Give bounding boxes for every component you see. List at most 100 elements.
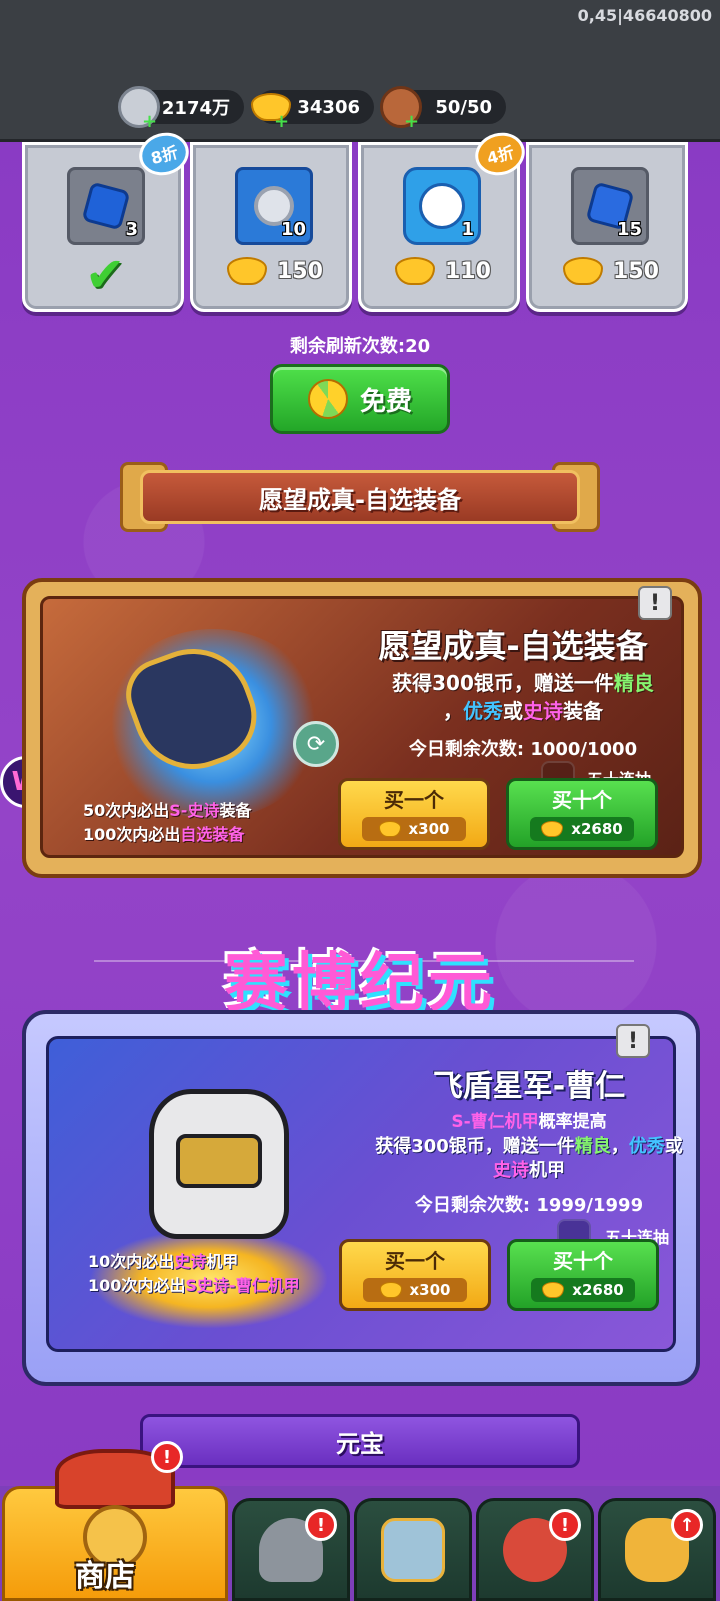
nav-tab-upgrade[interactable]: ↑ <box>598 1498 716 1601</box>
cost-value: x2680 <box>571 820 623 838</box>
buy-ten-label: 买十个 <box>552 788 612 812</box>
rarity-good: 精良 <box>613 671 654 695</box>
add-stamina-icon[interactable]: + <box>404 111 419 132</box>
item-slot: 1 <box>403 167 481 245</box>
gold-ingot-icon <box>541 821 564 837</box>
free-label: 免费 <box>359 386 412 417</box>
mecha-gacha-panel: 飞盾星军-曹仁 S-曹仁机甲概率提高 获得300银币，赠送一件精良，优秀或 史诗… <box>22 1010 700 1386</box>
buy-ten-cost: x2680 <box>530 817 634 841</box>
gold-ingot-icon <box>563 257 603 285</box>
stamina-value: 50/50 <box>435 96 492 118</box>
section-banner-wish: 愿望成真-自选装备 <box>120 462 600 532</box>
mecha-helmet-art <box>149 1089 289 1239</box>
guarantee-text: 装备 <box>219 801 252 820</box>
mecha-description: 获得300银币，赠送一件精良，优秀或 史诗机甲 <box>369 1135 689 1183</box>
item-slot: 15 <box>571 167 649 245</box>
desc-text: ， <box>610 1136 629 1157</box>
add-silver-icon[interactable]: + <box>142 111 157 132</box>
rarity-excellent: 优秀 <box>628 1136 665 1157</box>
item-price: 150 <box>563 257 659 285</box>
desc-text: 获得300银币，赠送一件 <box>392 671 614 695</box>
shop-item-3[interactable]: 1 4折 110 <box>358 127 530 312</box>
mecha-visor <box>176 1134 262 1188</box>
sword-shield-icon <box>381 1517 445 1582</box>
wish-remaining: 今日剩余次数: 1000/1000 <box>408 739 638 760</box>
buy-ten-label: 买十个 <box>553 1249 613 1273</box>
section-banner-yuanbao: 元宝 <box>140 1414 580 1468</box>
mecha-buy-ten-button[interactable]: 买十个 x2680 <box>507 1239 659 1311</box>
rarity-excellent: 优秀 <box>463 699 503 723</box>
guarantee-text: 100次内必出 <box>88 1276 186 1295</box>
mecha-panel-inner: 飞盾星军-曹仁 S-曹仁机甲概率提高 获得300银币，赠送一件精良，优秀或 史诗… <box>46 1036 683 1352</box>
bottom-nav: 商店 ! ! ! ↑ <box>0 1441 720 1601</box>
rarity-epic: 史诗 <box>523 699 563 723</box>
mecha-subtitle: S-曹仁机甲概率提高 <box>379 1107 679 1132</box>
banner-title: 愿望成真-自选装备 <box>140 470 580 524</box>
mecha-buy-one-button[interactable]: 买一个 x300 <box>339 1239 491 1311</box>
desc-text: ， <box>443 699 463 723</box>
mecha-title: 飞盾星军-曹仁 <box>432 1069 626 1104</box>
change-equipment-icon[interactable]: ⟳ <box>293 721 339 767</box>
silver-value: 2174万 <box>161 98 230 119</box>
gold-ingot-icon <box>379 1282 402 1298</box>
guarantee-epic: 史诗 <box>174 1252 207 1271</box>
shop-item-4[interactable]: 15 150 <box>526 142 688 312</box>
resource-silver[interactable]: + 2174万 <box>118 86 244 132</box>
refresh-remaining: 剩余刷新次数:20 <box>289 336 431 357</box>
item-slot: 3 <box>67 167 145 245</box>
wish-buy-one-button[interactable]: 买一个 x300 <box>338 778 490 850</box>
nav-tab-pets[interactable]: ! <box>476 1498 594 1601</box>
info-icon[interactable]: ! <box>638 586 672 620</box>
nav-tab-battle[interactable] <box>354 1498 472 1601</box>
mecha-guarantee: 10次内必出史诗机甲 100次内必出S史诗-曹仁机甲 <box>88 1250 300 1298</box>
item-count: 3 <box>125 219 138 240</box>
wish-guarantee: 50次内必出S-史诗装备 100次内必出自选装备 <box>83 799 251 847</box>
gold-ingot-icon <box>395 257 435 285</box>
desc-text: 装备 <box>563 699 603 723</box>
buy-one-cost: x300 <box>362 817 466 841</box>
price-value: 150 <box>613 258 659 284</box>
desc-text: 或 <box>503 699 523 723</box>
gold-ingot-icon <box>227 257 267 285</box>
desc-text: 获得300银币，赠送一件 <box>375 1136 575 1157</box>
rate-up-text: 概率提高 <box>538 1112 607 1132</box>
rarity-epic: 史诗 <box>493 1160 529 1181</box>
guarantee-text: 50次内必出 <box>83 801 170 820</box>
wish-title: 愿望成真-自选装备 <box>378 627 648 665</box>
wish-gacha-panel: ⟳ 愿望成真-自选装备 获得300银币，赠送一件精良 ，优秀或史诗装备 今日剩余… <box>22 578 702 878</box>
guarantee-text: 100次内必出 <box>83 825 181 844</box>
cost-value: x300 <box>409 1281 451 1299</box>
upgrade-badge: ↑ <box>671 1509 703 1541</box>
wish-description: 获得300银币，赠送一件精良 ，优秀或史诗装备 <box>363 669 683 725</box>
fox-emblem-icon <box>419 183 465 229</box>
notification-badge: ! <box>151 1441 183 1473</box>
nav-tab-equipment[interactable]: ! <box>232 1498 350 1601</box>
item-slot: 10 <box>235 167 313 245</box>
purchased-check-icon: ✔ <box>85 247 126 303</box>
free-refresh-button[interactable]: 免费 <box>270 364 450 434</box>
mecha-remaining: 今日剩余次数: 1999/1999 <box>414 1195 644 1216</box>
item-count: 15 <box>616 219 642 240</box>
buy-one-cost: x300 <box>363 1278 467 1302</box>
item-count: 10 <box>280 219 306 240</box>
cost-value: x300 <box>408 820 450 838</box>
guarantee-mecha: S史诗-曹仁机甲 <box>185 1276 300 1295</box>
add-gold-icon[interactable]: + <box>274 111 289 132</box>
resource-gold[interactable]: + 34306 <box>251 90 374 132</box>
item-count: 1 <box>461 219 474 240</box>
shop-item-2[interactable]: 10 150 <box>190 142 352 312</box>
cost-value: x2680 <box>572 1281 624 1299</box>
info-icon[interactable]: ! <box>616 1024 650 1058</box>
buy-ten-cost: x2680 <box>531 1278 635 1302</box>
item-price: 150 <box>227 257 323 285</box>
nav-tab-shop[interactable]: 商店 ! <box>2 1441 228 1601</box>
wish-buy-ten-button[interactable]: 买十个 x2680 <box>506 778 658 850</box>
shop-item-1[interactable]: 3 8折 ✔ <box>22 127 194 312</box>
shop-label: 商店 <box>75 1559 135 1594</box>
buy-one-label: 买一个 <box>385 1249 445 1273</box>
desc-text: 机甲 <box>529 1160 565 1181</box>
blue-gem-icon <box>81 181 131 231</box>
resource-stamina[interactable]: + 50/50 <box>380 86 506 132</box>
guarantee-choice: 自选装备 <box>180 825 245 844</box>
notification-badge: ! <box>305 1509 337 1541</box>
